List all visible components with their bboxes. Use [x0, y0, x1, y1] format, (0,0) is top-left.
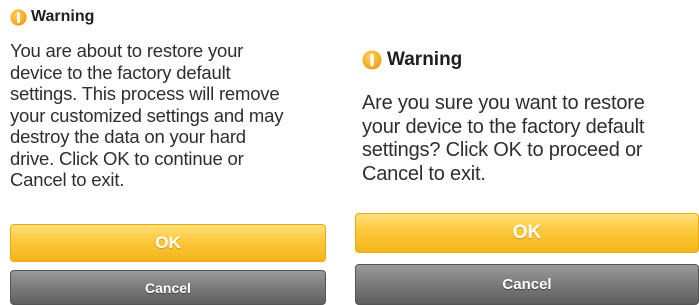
- cancel-button[interactable]: Cancel: [10, 270, 326, 305]
- message-line: destroy the data on your hard: [10, 126, 246, 147]
- message-line: Cancel to exit.: [362, 162, 486, 185]
- dialog-header: Warning: [10, 8, 94, 26]
- dialog-title: Warning: [31, 8, 95, 25]
- message-line: Cancel to exit.: [10, 169, 125, 190]
- warning-icon: [10, 8, 27, 26]
- warning-icon: [362, 50, 382, 70]
- ok-button[interactable]: OK: [10, 224, 326, 262]
- warning-dialog-detailed: Warning You are about to restore your de…: [0, 0, 330, 305]
- dialog-message: You are about to restore your device to …: [10, 40, 328, 191]
- warning-dialog-confirm: Warning Are you sure you want to restore…: [355, 0, 699, 305]
- ok-button[interactable]: OK: [355, 213, 699, 253]
- dialog-header: Warning: [362, 49, 462, 71]
- dialog-title: Warning: [387, 49, 463, 70]
- cancel-button[interactable]: Cancel: [355, 264, 699, 305]
- message-line: Are you sure you want to restore: [362, 92, 645, 114]
- message-line: your device to the factory default: [362, 115, 645, 138]
- message-line: settings. This process will remove: [10, 83, 280, 104]
- message-line: You are about to restore your: [10, 40, 244, 61]
- message-line: drive. Click OK to continue or: [10, 147, 244, 169]
- dialog-message: Are you sure you want to restore your de…: [362, 92, 699, 186]
- message-line: your customized settings and may: [10, 104, 284, 126]
- message-line: device to the factory default: [10, 61, 231, 83]
- message-line: settings? Click OK to proceed or: [362, 139, 643, 161]
